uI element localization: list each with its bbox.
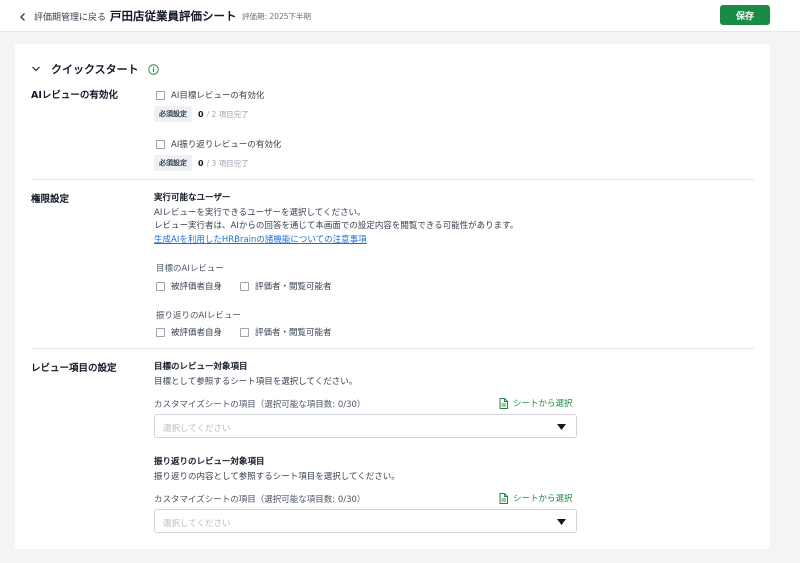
reflection-evaluator-label: 評価者・閲覧可能者 — [255, 328, 332, 338]
page-title: 戸田店従業員評価シート — [110, 9, 237, 23]
period-label: 評価期: 2025下半期 — [242, 12, 311, 21]
reflection-items-placeholder: 選択してください — [163, 519, 231, 529]
reflection-items-desc: 振り返りの内容として参照するシート項目を選択してください。 — [154, 472, 400, 482]
scroll-gutter — [784, 32, 800, 563]
progress-total: / 3 項目完了 — [206, 158, 249, 168]
reflection-field-label: カスタマイズシートの項目（選択可能な項目数: 0/30） — [154, 495, 366, 505]
reflection-review-checkbox-label: AI振り返りレビューの有効化 — [171, 140, 282, 150]
caret-down-icon — [557, 519, 566, 525]
back-link-label: 評価期管理に戻る — [34, 13, 107, 23]
goal-review-progress: 必須設定 0 / 2 項目完了 — [154, 106, 249, 122]
goal-evaluator-checkbox-row[interactable]: 評価者・閲覧可能者 — [240, 280, 332, 292]
progress-total: / 2 項目完了 — [206, 109, 249, 119]
quickstart-header[interactable]: クイックスタート — [31, 61, 159, 77]
goal-review-checkbox[interactable] — [156, 90, 165, 100]
caret-down-icon — [557, 424, 566, 430]
permissions-desc-1: AIレビューを実行できるユーザーを選択してください。 — [154, 208, 366, 218]
permissions-subtitle: 実行可能なユーザー — [154, 193, 231, 203]
permissions-label: 権限設定 — [31, 194, 70, 205]
goal-review-checkbox-row[interactable]: AI目標レビューの有効化 — [156, 89, 264, 101]
goal-items-select[interactable]: 選択してください — [154, 414, 577, 438]
goal-self-checkbox[interactable] — [156, 281, 165, 291]
reflection-items-select[interactable]: 選択してください — [154, 509, 577, 533]
required-badge: 必須設定 — [154, 106, 192, 122]
document-icon — [499, 397, 508, 409]
top-bar: 評価期管理に戻る 戸田店従業員評価シート 評価期: 2025下半期 保存 — [0, 0, 800, 32]
goal-select-from-sheet-label: シートから選択 — [513, 399, 573, 409]
reflection-evaluator-checkbox[interactable] — [240, 327, 249, 337]
reflection-review-progress: 必須設定 0 / 3 項目完了 — [154, 155, 249, 171]
goal-items-title: 目標のレビュー対象項目 — [154, 362, 248, 372]
reflection-evaluator-checkbox-row[interactable]: 評価者・閲覧可能者 — [240, 326, 332, 338]
goal-ai-review-label: 目標のAIレビュー — [156, 264, 224, 274]
permissions-desc-2: レビュー実行者は、AIからの回答を通じて本画面での設定内容を閲覧できる可能性があ… — [154, 221, 519, 231]
goal-evaluator-checkbox[interactable] — [240, 281, 249, 291]
quickstart-title: クイックスタート — [51, 63, 139, 76]
progress-count: 0 — [198, 158, 204, 168]
reflection-review-checkbox-row[interactable]: AI振り返りレビューの有効化 — [156, 138, 281, 150]
required-badge: 必須設定 — [154, 155, 192, 171]
goal-items-desc: 目標として参照するシート項目を選択してください。 — [154, 377, 358, 387]
progress-count: 0 — [198, 109, 204, 119]
info-icon[interactable] — [147, 63, 159, 75]
ai-review-label: AIレビューの有効化 — [31, 90, 118, 101]
goal-field-label: カスタマイズシートの項目（選択可能な項目数: 0/30） — [154, 400, 366, 410]
reflection-items-title: 振り返りのレビュー対象項目 — [154, 457, 265, 467]
ai-notice-link[interactable]: 生成AIを利用したHRBrainの諸機能についての注意事項 — [154, 233, 367, 245]
goal-select-from-sheet-button[interactable]: シートから選択 — [499, 397, 573, 409]
goal-self-label: 被評価者自身 — [171, 282, 223, 292]
chevron-down-icon[interactable] — [31, 64, 41, 74]
review-items-label: レビュー項目の設定 — [31, 363, 117, 374]
reflection-self-checkbox-row[interactable]: 被評価者自身 — [156, 326, 222, 338]
reflection-self-checkbox[interactable] — [156, 327, 165, 337]
reflection-select-from-sheet-button[interactable]: シートから選択 — [499, 492, 573, 504]
section-divider — [31, 348, 754, 349]
reflection-review-checkbox[interactable] — [156, 139, 165, 149]
back-link[interactable]: 評価期管理に戻る — [18, 10, 106, 23]
chevron-left-icon — [20, 12, 25, 21]
goal-evaluator-label: 評価者・閲覧可能者 — [255, 282, 332, 292]
reflection-ai-review-label: 振り返りのAIレビュー — [156, 311, 241, 321]
goal-items-placeholder: 選択してください — [163, 424, 231, 434]
save-button[interactable]: 保存 — [720, 5, 770, 25]
goal-review-checkbox-label: AI目標レビューの有効化 — [171, 91, 265, 101]
document-icon — [499, 492, 508, 504]
section-divider — [31, 179, 754, 180]
reflection-select-from-sheet-label: シートから選択 — [513, 494, 573, 504]
reflection-self-label: 被評価者自身 — [171, 328, 223, 338]
goal-self-checkbox-row[interactable]: 被評価者自身 — [156, 280, 222, 292]
settings-card: クイックスタート AIレビューの有効化 AI目標レビューの有効化 必須設定 0 … — [15, 44, 770, 549]
